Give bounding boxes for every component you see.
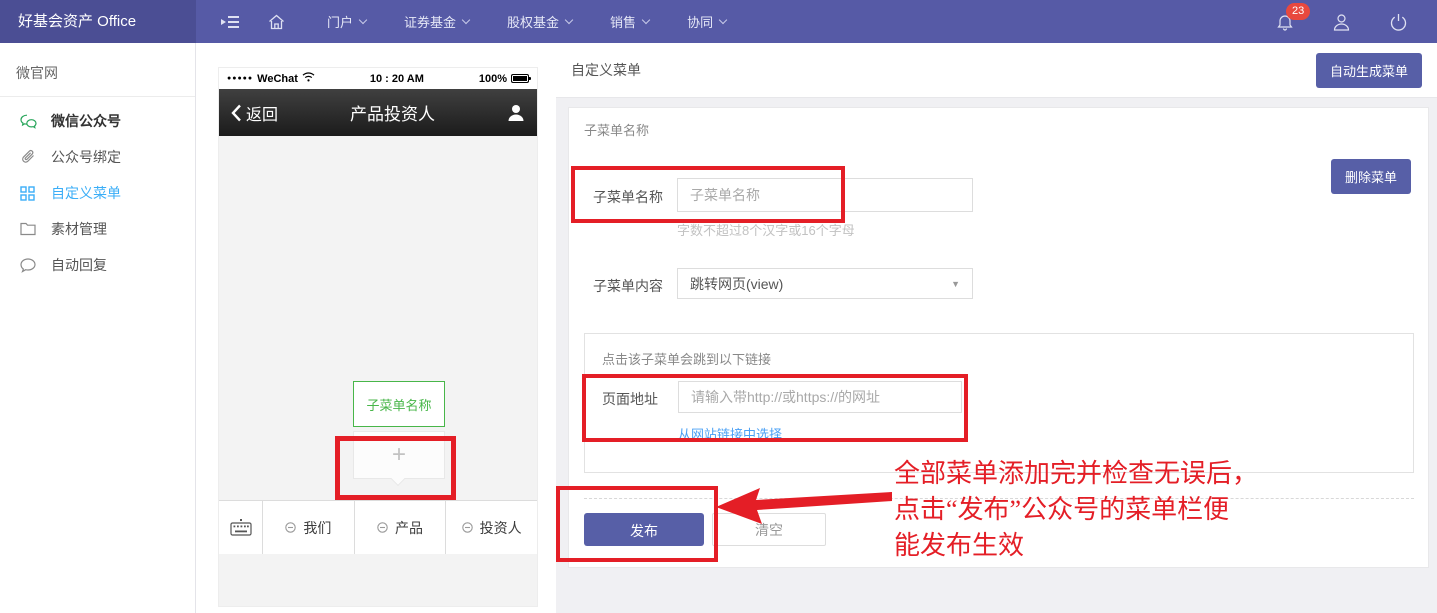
wechat-icon: [20, 113, 37, 130]
tab-label: 我们: [303, 519, 332, 536]
phone-page-title: 产品投资人: [350, 105, 435, 124]
menu-dot-icon: [461, 522, 473, 533]
link-settings-box: 点击该子菜单会跳到以下链接 页面地址 从网站链接中选择: [584, 333, 1414, 473]
clear-button[interactable]: 清空: [712, 513, 826, 546]
nav-item-portal[interactable]: 门户: [327, 12, 368, 31]
content-header: 自定义菜单 自动生成菜单: [556, 43, 1437, 98]
tab-label: 投资人: [479, 519, 522, 536]
phone-tab-bar: 我们 产品 投资人: [219, 500, 537, 554]
sidebar-item-label: 公众号绑定: [51, 149, 121, 165]
clock-label: 10 : 20 AM: [369, 72, 424, 85]
tab-label: 产品: [395, 519, 423, 536]
phone-preview: ●●●●● WeChat 10 : 20 AM 100% 返回 产品投资人 子菜…: [218, 67, 538, 607]
chevron-down-icon: [641, 15, 651, 24]
phone-tab-about[interactable]: 我们: [263, 501, 355, 554]
grid-icon: [20, 185, 37, 202]
main-content: 自定义菜单 自动生成菜单 子菜单名称 删除菜单 子菜单名称 字数不超过8个汉字或…: [556, 43, 1437, 613]
sidebar-item-label: 自动回复: [51, 257, 107, 273]
nav-item-equity-fund[interactable]: 股权基金: [507, 12, 574, 31]
user-icon[interactable]: [1333, 13, 1350, 31]
menu-dot-icon: [285, 522, 297, 533]
battery-icon: [511, 74, 531, 83]
submenu-content-select[interactable]: 跳转网页(view) ▼: [677, 268, 973, 299]
sidebar-item-custom-menu[interactable]: 自定义菜单: [0, 175, 195, 211]
topbar-nav: 门户 证券基金 股权基金 销售 协同: [308, 12, 745, 31]
page-url-input[interactable]: [678, 381, 962, 413]
delete-menu-button[interactable]: 删除菜单: [1330, 159, 1411, 194]
speech-bubble-icon: [20, 257, 37, 274]
add-submenu-button[interactable]: +: [353, 431, 445, 479]
link-box-note: 点击该子菜单会跳到以下链接: [602, 352, 772, 367]
phone-preview-column: ●●●●● WeChat 10 : 20 AM 100% 返回 产品投资人 子菜…: [196, 43, 556, 613]
pick-from-site-links[interactable]: 从网站链接中选择: [678, 424, 782, 443]
contact-icon[interactable]: [507, 104, 525, 122]
dropdown-caret-icon: ▼: [951, 278, 960, 289]
sidebar-item-label: 自定义菜单: [51, 185, 121, 201]
folder-icon: [20, 221, 37, 238]
publish-button[interactable]: 发布: [584, 513, 704, 546]
submenu-name-input[interactable]: [677, 178, 973, 212]
notification-badge: 23: [1286, 2, 1311, 20]
name-length-hint: 字数不超过8个汉字或16个字母: [677, 223, 855, 238]
home-icon[interactable]: [258, 14, 294, 30]
chevron-down-icon: [564, 15, 574, 24]
auto-generate-menu-button[interactable]: 自动生成菜单: [1315, 52, 1422, 88]
sidebar-toggle-icon[interactable]: [212, 15, 248, 29]
sidebar-item-label: 素材管理: [51, 221, 107, 237]
chevron-down-icon: [718, 15, 728, 24]
back-chevron-icon: [231, 104, 241, 121]
form-section-title: 子菜单名称: [584, 123, 650, 138]
phone-screen: 子菜单名称 + 我们 产品 投资人: [219, 136, 537, 554]
sidebar-item-material-management[interactable]: 素材管理: [0, 211, 195, 247]
menu-dot-icon: [377, 522, 388, 533]
sidebar: 微官网 微信公众号 公众号绑定 自定义菜单 素材管理 自动回复: [0, 43, 196, 613]
nav-item-collaboration[interactable]: 协同: [687, 12, 728, 31]
paperclip-icon: [20, 149, 37, 166]
nav-item-sales[interactable]: 销售: [610, 12, 651, 31]
signal-dots: ●●●●●: [227, 75, 254, 82]
wifi-icon: [302, 72, 315, 85]
sidebar-item-label: 微信公众号: [51, 113, 121, 129]
power-icon[interactable]: [1390, 13, 1407, 31]
submenu-popup-button[interactable]: 子菜单名称: [353, 381, 445, 427]
page-title: 自定义菜单: [571, 62, 641, 78]
phone-status-bar: ●●●●● WeChat 10 : 20 AM 100%: [219, 68, 537, 89]
topbar: 好基会资产 Office 门户 证券基金 股权基金 销售 协同 23: [0, 0, 1437, 43]
sidebar-item-account-binding[interactable]: 公众号绑定: [0, 139, 195, 175]
selected-option: 跳转网页(view): [690, 275, 784, 292]
back-button[interactable]: 返回: [231, 101, 278, 125]
chevron-down-icon: [461, 15, 471, 24]
dotted-divider: [584, 498, 1414, 499]
nav-item-securities-fund[interactable]: 证券基金: [404, 12, 471, 31]
sidebar-item-wechat-account[interactable]: 微信公众号: [0, 103, 195, 139]
brand-title: 好基会资产 Office: [0, 0, 196, 43]
bell-icon[interactable]: 23: [1277, 2, 1311, 31]
sidebar-title: 微官网: [16, 65, 58, 81]
battery-percent: 100%: [478, 72, 507, 85]
phone-tab-products[interactable]: 产品: [355, 501, 447, 554]
carrier-label: WeChat: [257, 72, 298, 85]
submenu-form-panel: 子菜单名称 删除菜单 子菜单名称 字数不超过8个汉字或16个字母 子菜单内容 跳…: [568, 107, 1429, 568]
submenu-content-label: 子菜单内容: [593, 278, 663, 294]
chevron-down-icon: [358, 15, 368, 24]
back-label: 返回: [246, 106, 279, 124]
keyboard-icon[interactable]: [219, 501, 263, 554]
page-url-label: 页面地址: [602, 391, 658, 407]
submenu-name-label: 子菜单名称: [593, 189, 663, 205]
phone-tab-investors[interactable]: 投资人: [446, 501, 537, 554]
phone-nav-bar: 返回 产品投资人: [219, 89, 537, 136]
sidebar-item-auto-reply[interactable]: 自动回复: [0, 247, 195, 283]
